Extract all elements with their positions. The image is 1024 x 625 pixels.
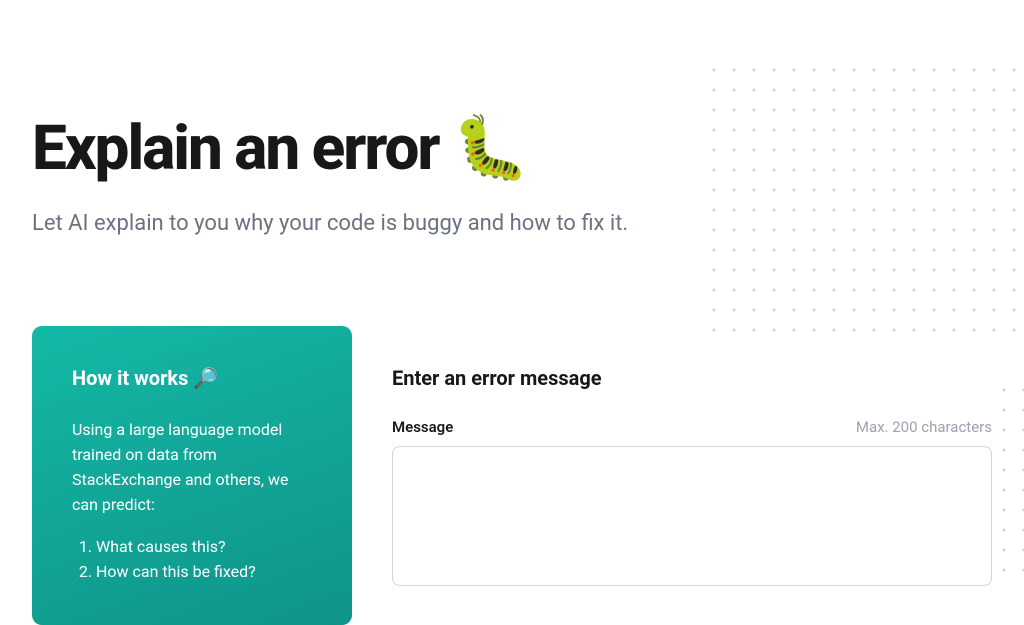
list-item: What causes this? xyxy=(96,535,312,560)
form-title: Enter an error message xyxy=(392,366,992,390)
page-subtitle: Let AI explain to you why your code is b… xyxy=(32,211,992,236)
hero-section: Explain an error 🐛 Let AI explain to you… xyxy=(0,0,1024,236)
message-field-header: Message Max. 200 characters xyxy=(392,418,992,436)
how-it-works-list: What causes this? How can this be fixed? xyxy=(72,535,312,585)
message-hint: Max. 200 characters xyxy=(856,418,992,436)
message-input[interactable] xyxy=(392,446,992,586)
list-item: How can this be fixed? xyxy=(96,560,312,585)
page-title: Explain an error 🐛 xyxy=(32,115,992,183)
how-it-works-description: Using a large language model trained on … xyxy=(72,418,312,517)
error-form: Enter an error message Message Max. 200 … xyxy=(392,326,992,625)
main-content-row: How it works 🔎 Using a large language mo… xyxy=(0,326,1024,625)
how-it-works-title: How it works 🔎 xyxy=(72,366,312,390)
message-label: Message xyxy=(392,418,453,436)
how-it-works-card: How it works 🔎 Using a large language mo… xyxy=(32,326,352,625)
